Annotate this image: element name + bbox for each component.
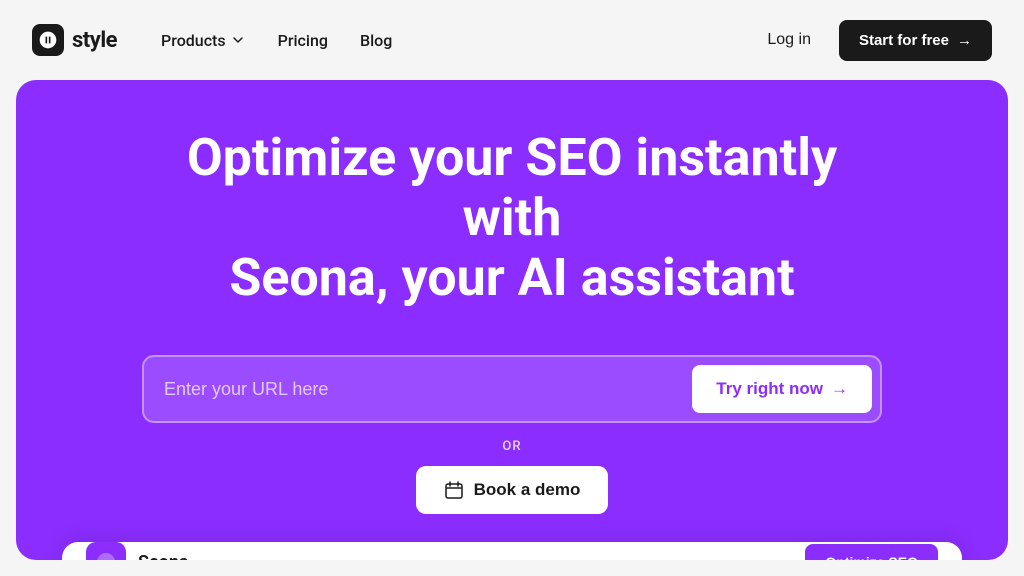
logo-text: style <box>72 28 117 53</box>
arrow-icon: → <box>831 379 848 399</box>
logo-icon <box>32 24 64 56</box>
site-header: style Products Pricing Blog Log in Start… <box>0 0 1024 80</box>
book-demo-button[interactable]: Book a demo <box>416 466 609 514</box>
chevron-down-icon <box>230 32 246 48</box>
url-input[interactable] <box>164 379 680 400</box>
seona-avatar <box>86 542 126 560</box>
nav-pricing[interactable]: Pricing <box>266 23 340 58</box>
calendar-icon <box>444 480 464 500</box>
nav-products[interactable]: Products <box>149 23 258 58</box>
main-nav: Products Pricing Blog <box>149 23 404 58</box>
start-for-free-button[interactable]: Start for free → <box>839 20 992 61</box>
hero-section: Optimize your SEO instantly with Seona, … <box>16 80 1008 560</box>
hero-title: Optimize your SEO instantly with Seona, … <box>162 128 862 307</box>
try-right-now-button[interactable]: Try right now → <box>692 365 872 413</box>
nav-blog[interactable]: Blog <box>348 23 404 58</box>
login-button[interactable]: Log in <box>755 23 823 57</box>
header-right: Log in Start for free → <box>755 20 992 61</box>
logo-svg <box>38 30 58 50</box>
seona-name: Seona <box>138 552 189 560</box>
arrow-icon: → <box>957 32 972 49</box>
seona-card: Seona Optimize SEO <box>62 542 962 560</box>
or-divider: OR <box>502 439 521 454</box>
url-input-container: Try right now → <box>142 355 882 423</box>
logo[interactable]: style <box>32 24 117 56</box>
optimize-seo-button[interactable]: Optimize SEO <box>805 544 938 560</box>
seona-card-left: Seona <box>86 542 189 560</box>
header-left: style Products Pricing Blog <box>32 23 404 58</box>
